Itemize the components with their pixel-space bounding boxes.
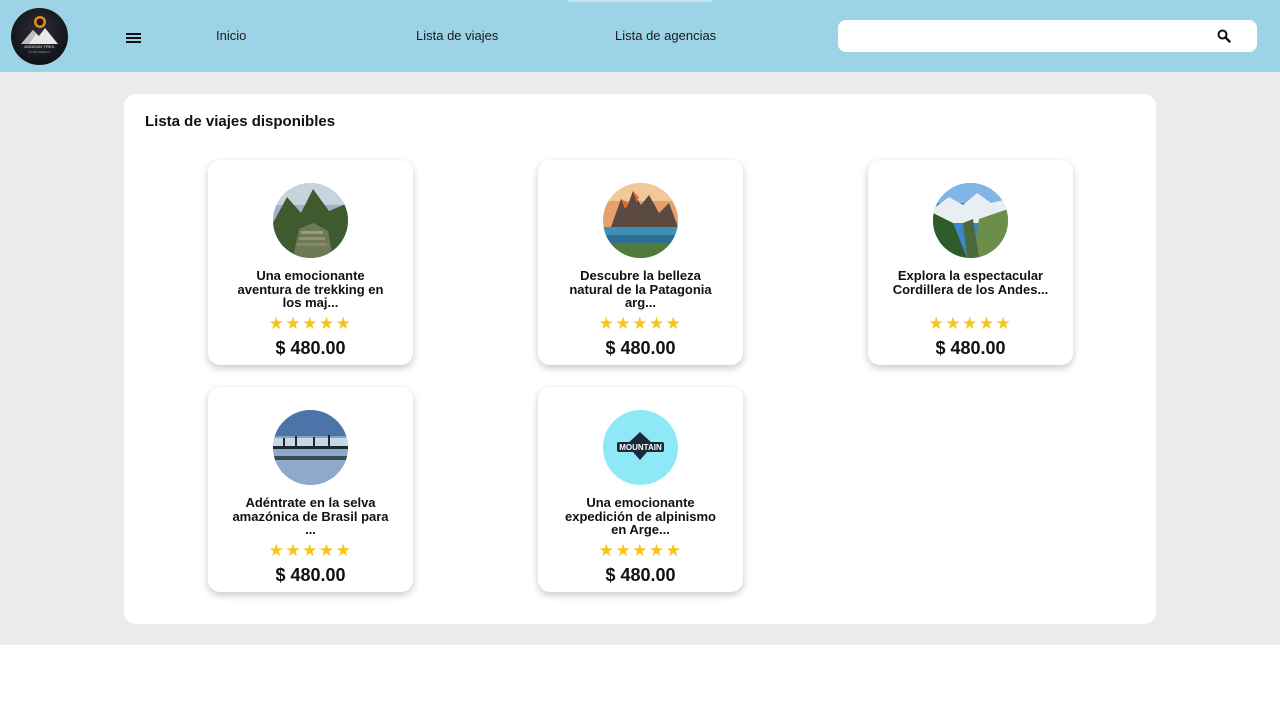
trip-title: Una emocionante aventura de trekking en …: [237, 268, 384, 310]
trip-card[interactable]: Explora la espectacular Cordillera de lo…: [868, 160, 1073, 365]
rating-stars: ★★★★★: [598, 314, 683, 333]
rating-stars: ★★★★★: [268, 314, 353, 333]
trip-price: $ 480.00: [935, 338, 1006, 358]
trip-title: Una emocionante expedición de alpinismo …: [565, 495, 716, 537]
trip-image: [933, 183, 1008, 258]
trip-card[interactable]: Adéntrate en la selva amazónica de Brasi…: [208, 387, 413, 592]
hamburger-menu-icon[interactable]: [124, 29, 144, 47]
trips-panel: Lista de viajes disponibles Una emociona…: [124, 94, 1156, 624]
rating-stars: ★★★★★: [268, 541, 353, 560]
top-navbar: ANDEAN TREK TOUR AGENCY Inicio Lista de …: [0, 0, 1280, 72]
page-title: Lista de viajes disponibles: [145, 113, 336, 130]
mountain-sun-icon: [21, 16, 58, 44]
rating-stars: ★★★★★: [598, 541, 683, 560]
logo-text: ANDEAN TREK: [24, 44, 55, 49]
logo-subtext: TOUR AGENCY: [28, 50, 51, 54]
brand-logo[interactable]: ANDEAN TREK TOUR AGENCY: [11, 8, 68, 65]
trip-card[interactable]: Descubre la belleza natural de la Patago…: [538, 160, 743, 365]
search-icon[interactable]: [1216, 28, 1232, 44]
rating-stars: ★★★★★: [928, 314, 1013, 333]
trip-image: [273, 183, 348, 258]
trip-price: $ 480.00: [275, 565, 346, 585]
trip-card[interactable]: Una emocionante aventura de trekking en …: [208, 160, 413, 365]
trip-title: Explora la espectacular Cordillera de lo…: [892, 268, 1049, 297]
nav-link-lista-agencias[interactable]: Lista de agencias: [615, 28, 716, 44]
trip-price: $ 480.00: [605, 565, 676, 585]
trip-title: Adéntrate en la selva amazónica de Brasi…: [232, 495, 389, 537]
trip-card[interactable]: MOUNTAIN Una emocionante expedición de a…: [538, 387, 743, 592]
search-input[interactable]: [850, 26, 1210, 46]
search-bar: [838, 20, 1257, 52]
nav-link-lista-viajes[interactable]: Lista de viajes: [416, 28, 498, 44]
nav-link-inicio[interactable]: Inicio: [216, 28, 246, 44]
trip-title: Descubre la belleza natural de la Patago…: [569, 268, 712, 310]
trip-image: [273, 410, 348, 485]
trip-image: MOUNTAIN: [603, 410, 678, 485]
nav-accent-bar: [568, 0, 712, 2]
trip-price: $ 480.00: [605, 338, 676, 358]
trip-image: [603, 183, 678, 258]
svg-text:MOUNTAIN: MOUNTAIN: [619, 443, 662, 452]
trip-price: $ 480.00: [275, 338, 346, 358]
